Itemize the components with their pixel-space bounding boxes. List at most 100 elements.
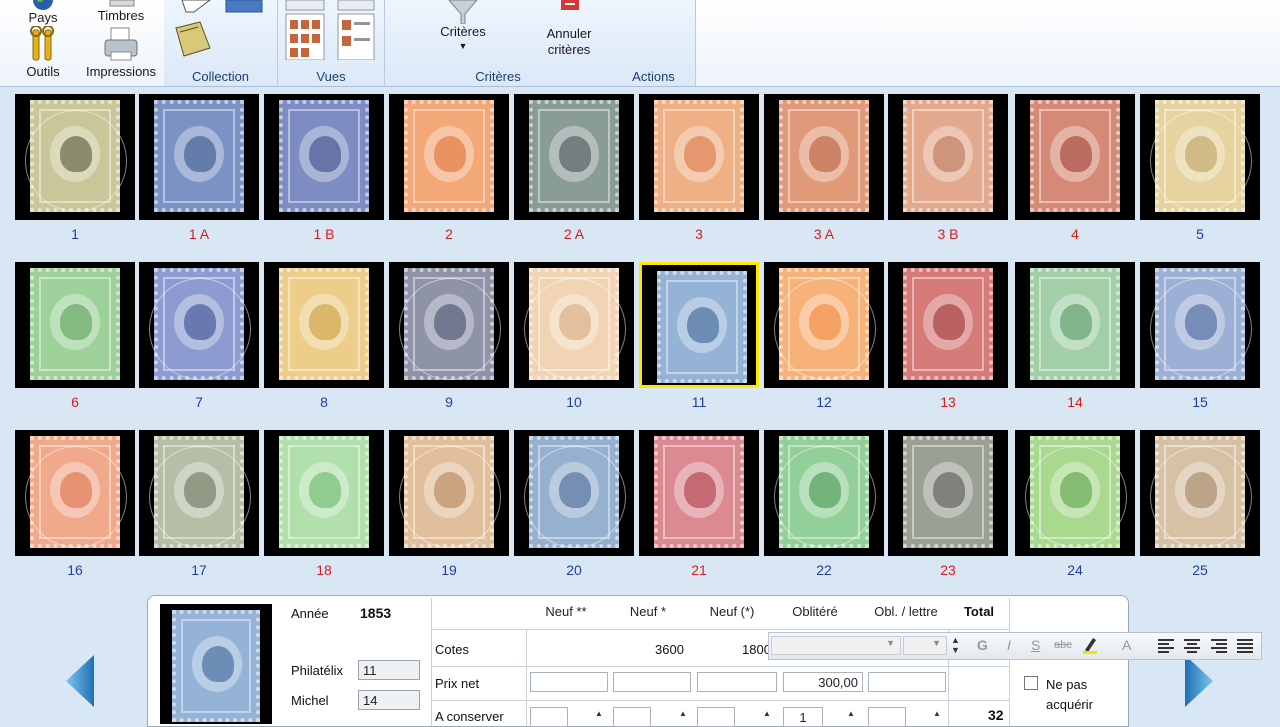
stamp-image[interactable] [639, 262, 759, 388]
outils-button[interactable]: Outils [20, 26, 66, 82]
a-conserver-neuf-paren-input[interactable] [697, 707, 735, 727]
prix-net-obl-lettre-input[interactable] [868, 672, 946, 692]
prix-net-neuf-paren-input[interactable] [697, 672, 777, 692]
stamp-cell[interactable]: 1 [15, 94, 135, 242]
stamp-image[interactable] [264, 430, 384, 556]
stamp-cell[interactable]: 24 [1015, 430, 1135, 578]
save-icon[interactable] [224, 0, 264, 14]
stamp-image[interactable] [764, 94, 884, 220]
stamp-cell[interactable]: 18 [264, 430, 384, 578]
a-conserver-neuf-2stars-input[interactable] [530, 707, 568, 727]
annuler-criteres-button[interactable]: Annuler critères [533, 0, 605, 62]
stamp-image[interactable] [264, 262, 384, 388]
album-icon[interactable] [170, 20, 214, 60]
michel-field[interactable]: 14 [358, 690, 420, 710]
stamp-cell[interactable]: 6 [15, 262, 135, 410]
stamp-cell[interactable]: 23 [888, 430, 1008, 578]
impressions-button[interactable]: Impressions [82, 26, 160, 82]
stamp-image[interactable] [1140, 430, 1260, 556]
stamp-image[interactable] [764, 430, 884, 556]
stamp-cell[interactable]: 21 [639, 430, 759, 578]
spin-up-icon[interactable]: ▲ [762, 708, 772, 720]
stamp-image[interactable] [139, 430, 259, 556]
stamp-image[interactable] [888, 262, 1008, 388]
previous-page-arrow-icon[interactable] [66, 655, 96, 707]
view-list-icon[interactable] [334, 0, 378, 60]
stamp-image[interactable] [888, 430, 1008, 556]
stamp-cell[interactable]: 13 [888, 262, 1008, 410]
stamp-image[interactable] [764, 262, 884, 388]
view-grid-large-icon[interactable] [282, 0, 328, 60]
stamp-cell[interactable]: 20 [514, 430, 634, 578]
stamp-image[interactable] [514, 262, 634, 388]
stamp-cell[interactable]: 2 [389, 94, 509, 242]
stamp-cell[interactable]: 16 [15, 430, 135, 578]
font-size-select[interactable]: ▼ [903, 636, 947, 655]
italic-button[interactable]: I [1007, 637, 1011, 653]
timbres-button[interactable]: Timbres [88, 0, 154, 26]
pays-button[interactable]: Pays [20, 0, 66, 26]
size-stepper-icon[interactable]: ▲ ▼ [951, 635, 960, 655]
prix-net-oblitere-input[interactable]: 300,00 [783, 672, 863, 692]
stamp-cell[interactable]: 17 [139, 430, 259, 578]
stamp-cell[interactable]: 9 [389, 262, 509, 410]
stamp-image[interactable] [888, 94, 1008, 220]
prix-net-neuf-1star-input[interactable] [613, 672, 691, 692]
spin-up-icon[interactable]: ▲ [846, 708, 856, 720]
stamp-cell[interactable]: 14 [1015, 262, 1135, 410]
font-color-button[interactable]: A [1122, 637, 1131, 653]
stamp-image[interactable] [15, 430, 135, 556]
align-right-icon[interactable] [1210, 638, 1228, 654]
a-conserver-obl-lettre-input[interactable] [868, 707, 906, 727]
font-family-select[interactable]: ▼ [771, 636, 901, 655]
justify-icon[interactable] [1236, 638, 1254, 654]
stamp-image[interactable] [1015, 430, 1135, 556]
stamp-cell[interactable]: 1 A [139, 94, 259, 242]
edit-icon[interactable] [180, 0, 216, 14]
stamp-cell[interactable]: 4 [1015, 94, 1135, 242]
ne-pas-acquerir-checkbox[interactable] [1024, 676, 1038, 690]
a-conserver-neuf-1star-input[interactable] [613, 707, 651, 727]
stamp-cell[interactable]: 22 [764, 430, 884, 578]
stamp-cell[interactable]: 12 [764, 262, 884, 410]
stamp-cell[interactable]: 7 [139, 262, 259, 410]
criteres-button[interactable]: Critères ▼ [425, 0, 501, 62]
stamp-cell[interactable]: 1 B [264, 94, 384, 242]
next-page-arrow-icon[interactable] [1183, 655, 1213, 707]
underline-button[interactable]: S [1031, 637, 1040, 653]
align-center-icon[interactable] [1183, 638, 1201, 654]
stamp-cell[interactable]: 3 B [888, 94, 1008, 242]
stamp-cell[interactable]: 5 [1140, 94, 1260, 242]
stamp-image[interactable] [1015, 262, 1135, 388]
stamp-cell[interactable]: 25 [1140, 430, 1260, 578]
stamp-image[interactable] [1140, 262, 1260, 388]
stamp-image[interactable] [264, 94, 384, 220]
stamp-image[interactable] [389, 94, 509, 220]
stamp-image[interactable] [139, 94, 259, 220]
philatelix-field[interactable]: 11 [358, 660, 420, 680]
stamp-image[interactable] [514, 430, 634, 556]
stamp-cell[interactable]: 10 [514, 262, 634, 410]
highlighter-icon[interactable] [1081, 636, 1099, 654]
a-conserver-oblitere-input[interactable]: 1 [783, 707, 823, 727]
stamp-image[interactable] [1015, 94, 1135, 220]
stamp-cell[interactable]: 3 [639, 94, 759, 242]
stamp-cell[interactable]: 3 A [764, 94, 884, 242]
stamp-image[interactable] [639, 94, 759, 220]
stamp-image[interactable] [514, 94, 634, 220]
strikethrough-button[interactable]: abc [1054, 639, 1072, 651]
stamp-cell[interactable]: 15 [1140, 262, 1260, 410]
stamp-image[interactable] [15, 262, 135, 388]
stamp-cell[interactable]: 2 A [514, 94, 634, 242]
spin-up-icon[interactable]: ▲ [594, 708, 604, 720]
stamp-image[interactable] [139, 262, 259, 388]
stamp-image[interactable] [1140, 94, 1260, 220]
spin-up-icon[interactable]: ▲ [932, 708, 942, 720]
stamp-image[interactable] [639, 430, 759, 556]
stamp-cell[interactable]: 19 [389, 430, 509, 578]
align-left-icon[interactable] [1157, 638, 1175, 654]
stamp-image[interactable] [15, 94, 135, 220]
prix-net-neuf-2stars-input[interactable] [530, 672, 608, 692]
stamp-cell[interactable]: 11 [639, 262, 759, 410]
stamp-cell[interactable]: 8 [264, 262, 384, 410]
